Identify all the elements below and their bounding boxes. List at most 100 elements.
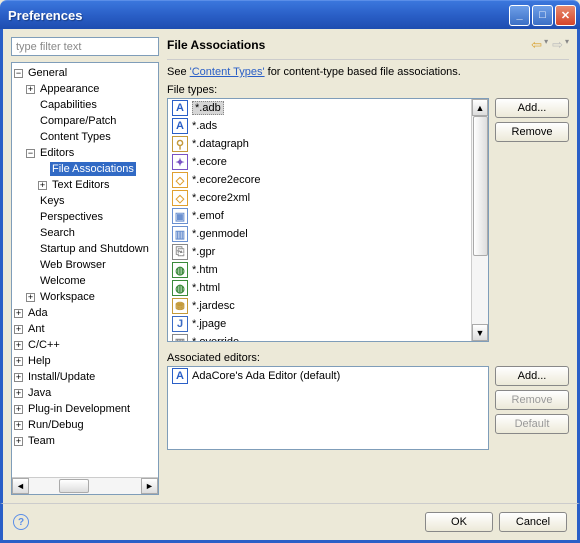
minimize-button[interactable]: _ xyxy=(509,5,530,26)
tree-label[interactable]: Web Browser xyxy=(38,258,108,272)
scroll-down-button[interactable]: ▼ xyxy=(472,324,488,341)
scroll-track[interactable] xyxy=(472,116,488,324)
tree-item[interactable]: −Editors xyxy=(14,145,156,161)
tree-item[interactable]: +Ada xyxy=(14,305,156,321)
list-item[interactable]: ◍*.htm xyxy=(168,261,488,279)
list-item[interactable]: AAdaCore's Ada Editor (default) xyxy=(168,367,488,385)
tree-label[interactable]: Plug-in Development xyxy=(26,402,132,416)
forward-icon[interactable]: ⇨ xyxy=(552,37,563,53)
tree-item[interactable]: +C/C++ xyxy=(14,337,156,353)
tree-label[interactable]: Appearance xyxy=(38,82,101,96)
list-item[interactable]: ▣*.emof xyxy=(168,207,488,225)
tree-item[interactable]: +Appearance xyxy=(14,81,156,97)
tree-label[interactable]: Text Editors xyxy=(50,178,111,192)
tree-item[interactable]: File Associations xyxy=(14,161,156,177)
tree-label[interactable]: File Associations xyxy=(50,162,136,176)
list-item[interactable]: ◍*.html xyxy=(168,279,488,297)
tree-item[interactable]: +Run/Debug xyxy=(14,417,156,433)
tree-label[interactable]: Content Types xyxy=(38,130,113,144)
tree-horizontal-scrollbar[interactable]: ◄ ► xyxy=(12,477,158,494)
tree-item[interactable]: +Ant xyxy=(14,321,156,337)
tree-item[interactable]: Welcome xyxy=(14,273,156,289)
tree-label[interactable]: Workspace xyxy=(38,290,97,304)
list-item[interactable]: ▥*.override xyxy=(168,333,488,341)
tree-label[interactable]: C/C++ xyxy=(26,338,62,352)
add-filetype-button[interactable]: Add... xyxy=(495,98,569,118)
scroll-right-button[interactable]: ► xyxy=(141,478,158,494)
tree-item[interactable]: +Install/Update xyxy=(14,369,156,385)
scroll-thumb[interactable] xyxy=(59,479,89,493)
expand-icon[interactable]: + xyxy=(14,389,23,398)
filetypes-scrollbar[interactable]: ▲ ▼ xyxy=(471,99,488,341)
tree-item[interactable]: Keys xyxy=(14,193,156,209)
list-item[interactable]: ⎘*.gpr xyxy=(168,243,488,261)
tree-label[interactable]: Welcome xyxy=(38,274,88,288)
expand-icon[interactable]: + xyxy=(14,357,23,366)
list-item[interactable]: J*.jpage xyxy=(168,315,488,333)
scroll-thumb[interactable] xyxy=(473,116,488,256)
list-item[interactable]: ✦*.ecore xyxy=(168,153,488,171)
collapse-icon[interactable]: − xyxy=(14,69,23,78)
expand-icon[interactable]: + xyxy=(14,341,23,350)
scroll-left-button[interactable]: ◄ xyxy=(12,478,29,494)
collapse-icon[interactable]: − xyxy=(26,149,35,158)
expand-icon[interactable]: + xyxy=(14,373,23,382)
close-button[interactable]: ✕ xyxy=(555,5,576,26)
cancel-button[interactable]: Cancel xyxy=(499,512,567,532)
tree-item[interactable]: Content Types xyxy=(14,129,156,145)
expand-icon[interactable]: + xyxy=(14,437,23,446)
tree-label[interactable]: Java xyxy=(26,386,53,400)
back-icon[interactable]: ⇦ xyxy=(531,37,542,53)
scroll-up-button[interactable]: ▲ xyxy=(472,99,488,116)
tree-item[interactable]: Search xyxy=(14,225,156,241)
expand-icon[interactable]: + xyxy=(38,181,47,190)
list-item[interactable]: A*.adb xyxy=(168,99,488,117)
list-item[interactable]: ⚲*.datagraph xyxy=(168,135,488,153)
tree-label[interactable]: General xyxy=(26,66,69,80)
editors-listbox[interactable]: AAdaCore's Ada Editor (default) xyxy=(167,366,489,450)
list-item[interactable]: ▥*.genmodel xyxy=(168,225,488,243)
preference-tree[interactable]: −General+AppearanceCapabilitiesCompare/P… xyxy=(12,63,158,477)
tree-label[interactable]: Search xyxy=(38,226,77,240)
tree-item[interactable]: Capabilities xyxy=(14,97,156,113)
list-item[interactable]: A*.ads xyxy=(168,117,488,135)
chevron-down-icon[interactable]: ▾ xyxy=(544,37,548,53)
tree-label[interactable]: Ada xyxy=(26,306,50,320)
tree-label[interactable]: Editors xyxy=(38,146,76,160)
tree-label[interactable]: Run/Debug xyxy=(26,418,86,432)
tree-label[interactable]: Keys xyxy=(38,194,66,208)
add-editor-button[interactable]: Add... xyxy=(495,366,569,386)
tree-item[interactable]: Perspectives xyxy=(14,209,156,225)
help-icon[interactable]: ? xyxy=(13,514,29,530)
tree-label[interactable]: Help xyxy=(26,354,53,368)
tree-label[interactable]: Compare/Patch xyxy=(38,114,118,128)
content-types-link[interactable]: 'Content Types' xyxy=(190,66,265,78)
tree-label[interactable]: Perspectives xyxy=(38,210,105,224)
list-item[interactable]: ◇*.ecore2ecore xyxy=(168,171,488,189)
tree-item[interactable]: Startup and Shutdown xyxy=(14,241,156,257)
expand-icon[interactable]: + xyxy=(26,85,35,94)
ok-button[interactable]: OK xyxy=(425,512,493,532)
tree-item[interactable]: +Java xyxy=(14,385,156,401)
expand-icon[interactable]: + xyxy=(14,309,23,318)
tree-item[interactable]: +Plug-in Development xyxy=(14,401,156,417)
tree-item[interactable]: +Workspace xyxy=(14,289,156,305)
tree-item[interactable]: +Text Editors xyxy=(14,177,156,193)
scroll-track[interactable] xyxy=(29,478,141,494)
tree-item[interactable]: +Team xyxy=(14,433,156,449)
maximize-button[interactable]: □ xyxy=(532,5,553,26)
tree-item[interactable]: −General xyxy=(14,65,156,81)
tree-label[interactable]: Install/Update xyxy=(26,370,97,384)
expand-icon[interactable]: + xyxy=(14,421,23,430)
tree-item[interactable]: +Help xyxy=(14,353,156,369)
list-item[interactable]: ⛃*.jardesc xyxy=(168,297,488,315)
chevron-down-icon[interactable]: ▾ xyxy=(565,37,569,53)
tree-item[interactable]: Web Browser xyxy=(14,257,156,273)
list-item[interactable]: ◇*.ecore2xml xyxy=(168,189,488,207)
filetypes-listbox[interactable]: A*.adbA*.ads⚲*.datagraph✦*.ecore◇*.ecore… xyxy=(167,98,489,342)
expand-icon[interactable]: + xyxy=(14,405,23,414)
tree-label[interactable]: Team xyxy=(26,434,57,448)
remove-filetype-button[interactable]: Remove xyxy=(495,122,569,142)
filter-input[interactable] xyxy=(11,37,159,56)
expand-icon[interactable]: + xyxy=(14,325,23,334)
